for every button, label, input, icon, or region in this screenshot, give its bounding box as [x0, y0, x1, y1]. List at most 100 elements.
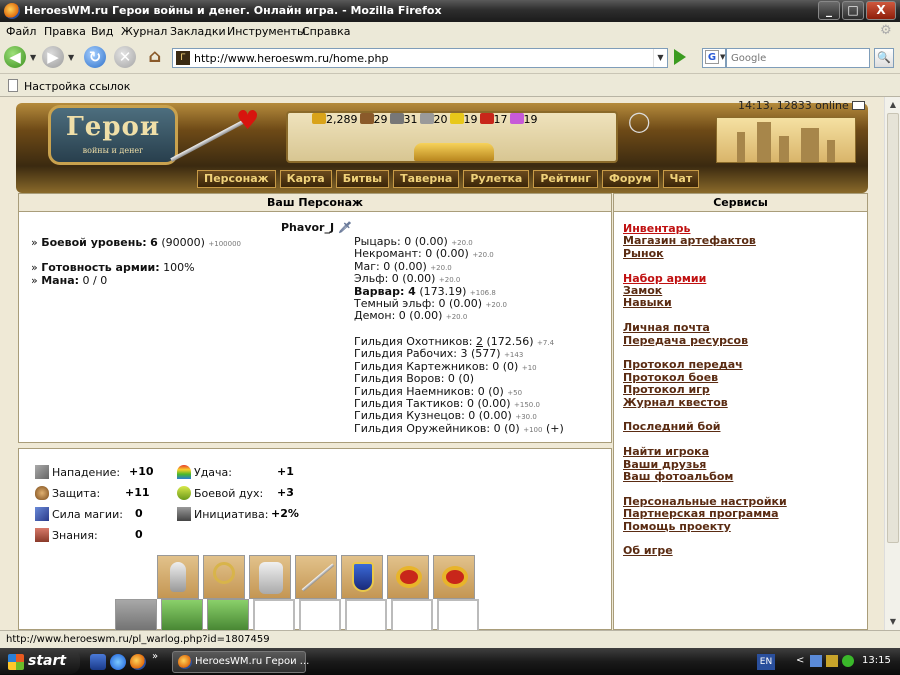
search-box[interactable]	[726, 48, 870, 68]
firefox-quicklaunch-icon[interactable]	[130, 654, 146, 670]
ring-slot-1[interactable]	[387, 555, 429, 599]
show-desktop-icon[interactable]	[90, 654, 106, 670]
firefox-icon	[178, 655, 192, 669]
service-link[interactable]: Ваши друзья	[623, 458, 706, 471]
service-link[interactable]: Навыки	[623, 296, 672, 309]
resource-mercury: 20	[419, 113, 448, 126]
search-input[interactable]	[727, 49, 867, 67]
language-indicator[interactable]: EN	[757, 654, 775, 670]
armor-slot[interactable]	[249, 555, 291, 599]
maximize-button[interactable]: □	[842, 1, 864, 20]
menu-edit[interactable]: Правка	[44, 25, 86, 38]
close-button[interactable]: X	[866, 1, 896, 20]
scrollbar-thumb[interactable]	[887, 113, 899, 543]
forward-button[interactable]: ▶	[42, 46, 64, 68]
vertical-scrollbar[interactable]: ▲ ▼	[884, 97, 900, 630]
service-link[interactable]: Ваш фотоальбом	[623, 470, 733, 483]
service-link[interactable]: Протокол игр	[623, 383, 710, 396]
ring-slot-2[interactable]	[433, 555, 475, 599]
creature-slot-1[interactable]	[115, 599, 157, 630]
character-name-link[interactable]: Phavor_J	[281, 221, 334, 234]
resource-gold: 2,289	[312, 113, 358, 126]
forward-history-dropdown-icon[interactable]: ▼	[68, 53, 74, 62]
back-button[interactable]: ◀	[4, 46, 26, 68]
mail-icon[interactable]	[852, 101, 866, 110]
service-link[interactable]: Магазин артефактов	[623, 234, 756, 247]
menu-view[interactable]: Вид	[91, 25, 113, 38]
weapon-slot[interactable]	[295, 555, 337, 599]
army-readiness: » Готовность армии: 100%	[31, 261, 195, 274]
network-icon[interactable]	[810, 655, 822, 667]
home-button[interactable]: ⌂	[144, 46, 166, 68]
nav-item-1[interactable]: Карта	[279, 170, 332, 188]
guild-row: Гильдия Рабочих: 3 (577) +143	[354, 347, 523, 360]
go-button[interactable]	[674, 49, 686, 65]
scroll-down-icon[interactable]: ▼	[886, 615, 900, 629]
helmet-slot[interactable]	[157, 555, 199, 599]
nav-item-7[interactable]: Чат	[662, 170, 700, 188]
service-link[interactable]: Замок	[623, 284, 662, 297]
game-logo[interactable]: Герои войны и денег	[48, 105, 178, 165]
menu-bookmarks[interactable]: Закладки	[170, 25, 226, 38]
scroll-up-icon[interactable]: ▲	[886, 98, 900, 112]
nav-item-3[interactable]: Таверна	[393, 170, 460, 188]
service-link[interactable]: Последний бой	[623, 420, 720, 433]
creature-slot-4[interactable]	[253, 599, 295, 630]
menu-tools[interactable]: Инструменты	[227, 25, 306, 38]
menu-help[interactable]: Справка	[302, 25, 350, 38]
service-link[interactable]: Личная почта	[623, 321, 710, 334]
tray-expand-icon[interactable]: <	[796, 655, 804, 666]
combat-level-value: 6	[150, 236, 158, 249]
defense-value: +11	[125, 486, 150, 499]
creature-slot-8[interactable]	[437, 599, 479, 630]
nav-item-4[interactable]: Рулетка	[463, 170, 530, 188]
creature-slot-6[interactable]	[345, 599, 387, 630]
minimize-button[interactable]: _	[818, 1, 840, 20]
shield-slot[interactable]	[341, 555, 383, 599]
service-link[interactable]: Инвентарь	[623, 222, 690, 235]
nav-item-5[interactable]: Рейтинг	[533, 170, 599, 188]
menu-file[interactable]: Файл	[6, 25, 36, 38]
service-link[interactable]: Персональные настройки	[623, 495, 787, 508]
creature-slot-3[interactable]	[207, 599, 249, 630]
url-text[interactable]: http://www.heroeswm.ru/home.php	[194, 52, 388, 65]
service-link[interactable]: Протокол передач	[623, 358, 743, 371]
service-link[interactable]: Помощь проекту	[623, 520, 731, 533]
start-button[interactable]: start	[0, 649, 80, 674]
service-link[interactable]: Журнал квестов	[623, 396, 728, 409]
search-engine-selector[interactable]: G ▼	[702, 48, 726, 68]
tray-app-icon[interactable]	[826, 655, 838, 667]
nav-item-2[interactable]: Битвы	[335, 170, 390, 188]
mana: » Мана: 0 / 0	[31, 274, 108, 287]
url-bar[interactable]: Г http://www.heroeswm.ru/home.php ▼	[172, 48, 668, 68]
search-button[interactable]: 🔍	[874, 48, 894, 68]
guild-expand-button[interactable]: (+)	[546, 422, 564, 435]
amulet-slot[interactable]	[203, 555, 245, 599]
creature-slot-2[interactable]	[161, 599, 203, 630]
window-title-bar[interactable]: HeroesWM.ru Герои войны и денег. Онлайн …	[0, 0, 900, 22]
service-link[interactable]: Найти игрока	[623, 445, 709, 458]
guild-label: Гильдия Оружейников: 0 (0)	[354, 421, 520, 435]
service-link[interactable]: Передача ресурсов	[623, 334, 748, 347]
menu-history[interactable]: Журнал	[121, 25, 167, 38]
bookmark-customize-links[interactable]: Настройка ссылок	[24, 80, 130, 93]
faction-next: +20.0	[472, 251, 494, 260]
creature-slot-5[interactable]	[299, 599, 341, 630]
taskbar-firefox-window[interactable]: HeroesWM.ru Герои ...	[172, 651, 309, 673]
guild-level-link[interactable]: 2	[476, 335, 483, 348]
url-dropdown-icon[interactable]: ▼	[653, 49, 667, 67]
internet-explorer-icon[interactable]	[110, 654, 126, 670]
stop-button[interactable]: ✕	[114, 46, 136, 68]
quicklaunch-overflow-icon[interactable]: »	[152, 651, 158, 662]
service-link[interactable]: Партнерская программа	[623, 507, 779, 520]
creature-slot-7[interactable]	[391, 599, 433, 630]
nav-item-6[interactable]: Форум	[602, 170, 659, 188]
antivirus-icon[interactable]	[842, 655, 854, 667]
service-link[interactable]: Об игре	[623, 544, 673, 557]
service-link[interactable]: Протокол боев	[623, 371, 718, 384]
service-link[interactable]: Рынок	[623, 247, 664, 260]
nav-item-0[interactable]: Персонаж	[197, 170, 276, 188]
back-history-dropdown-icon[interactable]: ▼	[30, 53, 36, 62]
reload-button[interactable]: ↻	[84, 46, 106, 68]
service-link[interactable]: Набор армии	[623, 272, 706, 285]
